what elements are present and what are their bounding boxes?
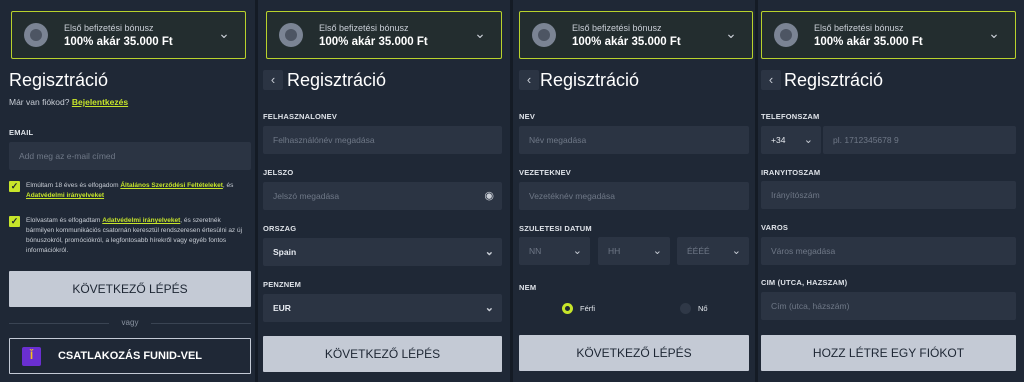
phone-field[interactable]: pl. 1712345678 9 xyxy=(823,126,1016,154)
day-select[interactable]: NN ⌄ xyxy=(519,237,590,265)
chevron-down-icon: ⌄ xyxy=(218,25,230,41)
country-label: ORSZAG xyxy=(263,224,297,233)
page-title: Regisztráció xyxy=(784,70,884,90)
chevron-down-icon: ⌄ xyxy=(484,302,494,314)
or-divider: vagy xyxy=(9,318,251,327)
surname-label: VEZETEKNEV xyxy=(519,168,572,177)
soccer-ball-icon xyxy=(532,23,556,47)
bonus-line1: Első befizetési bónusz xyxy=(572,22,662,33)
terms-checkbox[interactable]: ✓ xyxy=(9,181,20,192)
female-radio[interactable] xyxy=(680,303,691,314)
bonus-dropdown[interactable]: Első befizetési bónusz 100% akár 35.000 … xyxy=(761,11,1016,59)
page-title: Regisztráció xyxy=(9,70,109,90)
female-label: Nő xyxy=(698,304,708,313)
email-field[interactable]: Add meg az e-mail címed xyxy=(9,142,251,170)
panel-email-step: Első befizetési bónusz 100% akár 35.000 … xyxy=(0,0,256,382)
bonus-dropdown[interactable]: Első befizetési bónusz 100% akár 35.000 … xyxy=(519,11,753,59)
city-field[interactable]: Város megadása xyxy=(761,237,1016,265)
year-select[interactable]: ÉÉÉÉ ⌄ xyxy=(677,237,749,265)
password-field[interactable]: Jelszó megadása ◉ xyxy=(263,182,502,210)
gender-label: NEM xyxy=(519,283,537,292)
name-label: NEV xyxy=(519,112,536,121)
chevron-down-icon: ⌄ xyxy=(731,245,741,257)
bonus-dropdown[interactable]: Első befizetési bónusz 100% akár 35.000 … xyxy=(11,11,246,59)
panel-personal-step: Első befizetési bónusz 100% akár 35.000 … xyxy=(513,0,755,382)
password-label: JELSZO xyxy=(263,168,294,177)
or-label: vagy xyxy=(121,318,139,327)
next-button[interactable]: KÖVETKEZŐ LÉPÉS xyxy=(263,336,502,372)
address-label: CIM (UTCA, HAZSZAM) xyxy=(761,278,848,287)
create-account-button[interactable]: HOZZ LÉTRE EGY FIÓKOT xyxy=(761,335,1016,371)
bonus-line2: 100% akár 35.000 Ft xyxy=(572,35,681,48)
zip-label: IRANYITOSZAM xyxy=(761,168,821,177)
male-radio[interactable] xyxy=(562,303,573,314)
bonus-dropdown[interactable]: Első befizetési bónusz 100% akár 35.000 … xyxy=(266,11,502,59)
privacy-link-2[interactable]: Adatvédelmi irányelveket xyxy=(102,217,180,224)
chevron-down-icon: ⌄ xyxy=(803,134,813,146)
chevron-down-icon: ⌄ xyxy=(652,245,662,257)
month-select[interactable]: HH ⌄ xyxy=(598,237,670,265)
chevron-down-icon: ⌄ xyxy=(474,25,486,41)
back-button[interactable]: ‹ xyxy=(519,70,539,90)
bonus-line2: 100% akár 35.000 Ft xyxy=(814,35,923,48)
next-button[interactable]: KÖVETKEZŐ LÉPÉS xyxy=(9,271,251,307)
back-button[interactable]: ‹ xyxy=(263,70,283,90)
eye-icon[interactable]: ◉ xyxy=(484,182,494,210)
zip-field[interactable]: Irányítószám xyxy=(761,181,1016,209)
soccer-ball-icon xyxy=(774,23,798,47)
panel-account-step: Első befizetési bónusz 100% akár 35.000 … xyxy=(258,0,510,382)
currency-label: PENZNEM xyxy=(263,280,302,289)
name-field[interactable]: Név megadása xyxy=(519,126,749,154)
currency-select[interactable]: EUR ⌄ xyxy=(263,294,502,322)
country-select[interactable]: Spain ⌄ xyxy=(263,238,502,266)
login-link[interactable]: Bejelentkezés xyxy=(72,97,128,107)
login-prompt: Már van fiókod? Bejelentkezés xyxy=(9,97,129,107)
funid-button[interactable]: Ǐ CSATLAKOZÁS FUNID-VEL xyxy=(9,338,251,374)
soccer-ball-icon xyxy=(279,23,303,47)
bonus-line1: Első befizetési bónusz xyxy=(814,22,904,33)
bonus-line1: Első befizetési bónusz xyxy=(64,22,154,33)
page-title: Regisztráció xyxy=(287,70,387,90)
chevron-down-icon: ⌄ xyxy=(988,25,1000,41)
back-button[interactable]: ‹ xyxy=(761,70,781,90)
terms-link[interactable]: Általános Szerződési Feltételeket xyxy=(120,182,223,189)
bonus-line2: 100% akár 35.000 Ft xyxy=(319,35,428,48)
surname-field[interactable]: Vezetéknév megadása xyxy=(519,182,749,210)
username-field[interactable]: Felhasználónév megadása xyxy=(263,126,502,154)
email-label: EMAIL xyxy=(9,128,34,137)
bonus-line1: Első befizetési bónusz xyxy=(319,22,409,33)
chevron-down-icon: ⌄ xyxy=(572,245,582,257)
bonus-line2: 100% akár 35.000 Ft xyxy=(64,35,173,48)
address-field[interactable]: Cím (utca, házszám) xyxy=(761,292,1016,320)
marketing-checkbox[interactable]: ✓ xyxy=(9,216,20,227)
page-title: Regisztráció xyxy=(540,70,640,90)
chevron-down-icon: ⌄ xyxy=(725,25,737,41)
phone-code-select[interactable]: +34 ⌄ xyxy=(761,126,821,154)
male-label: Férfi xyxy=(580,304,595,313)
funid-label: CSATLAKOZÁS FUNID-VEL xyxy=(57,350,202,362)
next-button[interactable]: KÖVETKEZŐ LÉPÉS xyxy=(519,335,749,371)
phone-label: TELEFONSZAM xyxy=(761,112,820,121)
marketing-text: Elolvastam és elfogadtam Adatvédelmi irá… xyxy=(26,217,243,254)
soccer-ball-icon xyxy=(24,23,48,47)
privacy-link[interactable]: Adatvédelmi irányelveket xyxy=(26,192,104,199)
city-label: VAROS xyxy=(761,223,789,232)
username-label: FELHASZNALONEV xyxy=(263,112,338,121)
terms-text: Elmúltam 18 éves és elfogadom Általános … xyxy=(26,182,234,199)
birthdate-label: SZULETESI DATUM xyxy=(519,224,592,233)
chevron-down-icon: ⌄ xyxy=(484,246,494,258)
panel-address-step: Első befizetési bónusz 100% akár 35.000 … xyxy=(758,0,1024,382)
